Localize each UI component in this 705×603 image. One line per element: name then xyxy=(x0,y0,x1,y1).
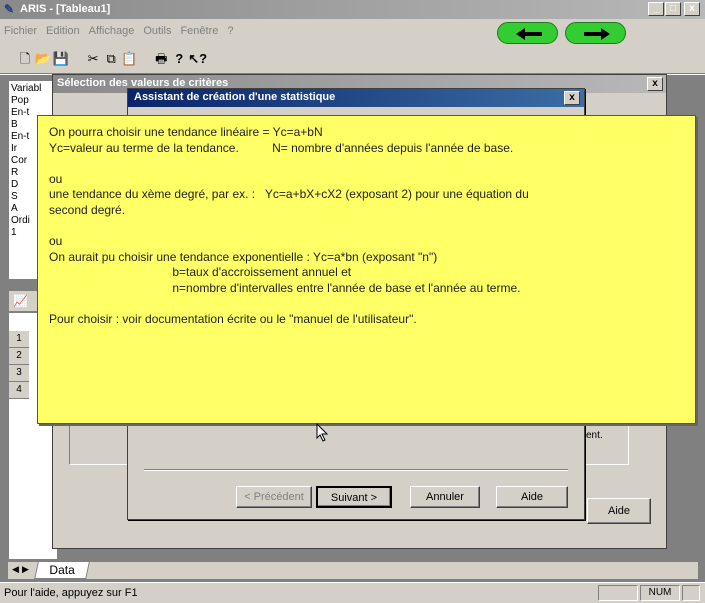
maximize-button[interactable]: □ xyxy=(665,2,681,16)
note-line xyxy=(49,156,529,172)
context-help-icon[interactable]: ↖? xyxy=(188,50,207,68)
window-title: ARIS - [Tableau1] xyxy=(20,3,111,15)
criteria-dialog-partial-text: ent. xyxy=(586,430,603,441)
variable-line[interactable]: Variabl xyxy=(11,83,57,95)
toolbar: 🗋 📂 💾 ✂ ⧉ 📋 🖶? ↖? xyxy=(0,45,705,74)
criteria-dialog-ok-area xyxy=(393,520,533,526)
criteria-dialog-close-button[interactable]: x xyxy=(647,77,663,91)
variable-line[interactable]: Pop xyxy=(11,95,57,107)
cancel-button[interactable]: Annuler xyxy=(410,486,480,508)
menu-item-0[interactable]: Fichier xyxy=(4,25,37,37)
menu-item-1[interactable]: Edition xyxy=(46,25,80,37)
note-line: b=taux d'accroissement annuel et xyxy=(49,265,352,280)
tab-scroll-left-icon[interactable]: ◀ xyxy=(12,564,19,575)
row-number[interactable]: 3 xyxy=(9,365,29,382)
menu-item-3[interactable]: Outils xyxy=(143,25,171,37)
arrow-left-icon xyxy=(516,28,542,40)
status-pane-empty xyxy=(598,585,638,601)
minimize-button[interactable]: _ xyxy=(648,2,664,16)
sheet-tab-bar: ◀ ▶ Data xyxy=(8,561,698,579)
menu-item-2[interactable]: Affichage xyxy=(89,25,135,37)
tab-scroll-right-icon[interactable]: ▶ xyxy=(22,564,29,575)
row-number[interactable]: 1 xyxy=(9,331,29,348)
note-line: Yc=valeur au terme de la tendance. N= no… xyxy=(49,140,514,155)
help-button[interactable]: Aide xyxy=(496,486,568,508)
wizard-separator xyxy=(144,469,568,471)
arrow-right-icon xyxy=(584,28,610,40)
next-button[interactable]: Suivant > xyxy=(316,486,392,508)
criteria-aide-button[interactable]: Aide xyxy=(587,498,651,524)
back-button[interactable] xyxy=(497,22,558,44)
tab-data-label: Data xyxy=(49,563,75,577)
note-line: second degré. xyxy=(49,202,126,217)
paste-icon[interactable]: 📋 xyxy=(120,50,138,68)
status-num: NUM xyxy=(640,585,680,601)
note-line: On aurait pu choisir une tendance expone… xyxy=(49,249,438,264)
wizard-dialog-title: Assistant de création d'une statistique xyxy=(134,91,336,103)
note-line: ou xyxy=(49,171,63,186)
note-line: ou xyxy=(49,234,63,249)
wizard-dialog-close-button[interactable]: x xyxy=(564,91,580,105)
save-icon[interactable]: 💾 xyxy=(52,50,70,68)
row-number[interactable]: 2 xyxy=(9,348,29,365)
note-line: On pourra choisir une tendance linéaire … xyxy=(49,125,323,139)
menu-item-4[interactable]: Fenêtre xyxy=(180,25,218,37)
note-line: Pour choisir : voir documentation écrite… xyxy=(49,312,417,327)
mouse-cursor-icon xyxy=(316,423,329,442)
copy-icon[interactable]: ⧉ xyxy=(102,50,120,68)
note-line: n=nombre d'intervalles entre l'année de … xyxy=(49,280,521,295)
cut-icon[interactable]: ✂ xyxy=(84,50,102,68)
note-line xyxy=(49,297,529,313)
help-icon[interactable]: ? xyxy=(170,50,188,68)
note-line: une tendance du xème degré, par ex. : Yc… xyxy=(49,187,529,202)
forward-button[interactable] xyxy=(565,22,626,44)
explanation-note: On pourra choisir une tendance linéaire … xyxy=(37,115,696,424)
app-icon: ✎ xyxy=(4,2,15,16)
close-button[interactable]: x xyxy=(684,2,700,16)
tab-data[interactable]: Data xyxy=(34,562,90,579)
status-pane-extra xyxy=(682,585,700,601)
chart-icon: 📈 xyxy=(13,294,28,308)
print-icon[interactable]: 🖶 xyxy=(152,50,170,68)
new-icon[interactable]: 🗋 xyxy=(16,50,34,68)
open-icon[interactable]: 📂 xyxy=(34,50,52,68)
status-bar: Pour l'aide, appuyez sur F1 NUM xyxy=(0,582,705,603)
row-number[interactable]: 4 xyxy=(9,382,29,399)
previous-button[interactable]: < Précédent xyxy=(236,486,312,508)
status-help-text: Pour l'aide, appuyez sur F1 xyxy=(4,587,138,599)
menu-bar: Fichier Edition Affichage Outils Fenêtre? xyxy=(0,19,705,45)
note-line xyxy=(49,219,529,235)
wizard-dialog-title-bar: Assistant de création d'une statistique … xyxy=(128,89,584,107)
main-title-bar: ✎ ARIS - [Tableau1] _ □ x xyxy=(0,0,705,19)
menu-item-5[interactable]: ? xyxy=(227,25,233,37)
